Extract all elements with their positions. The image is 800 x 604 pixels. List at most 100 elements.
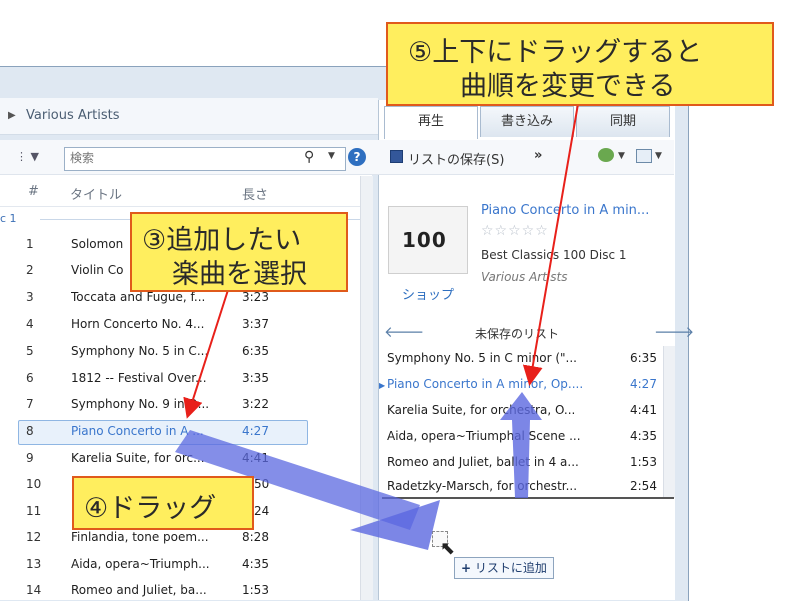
playlist-item-length: 4:41	[630, 403, 657, 417]
step4-callout: ④ドラッグ	[72, 476, 254, 530]
arrow-right-icon[interactable]: 🡒	[654, 322, 694, 341]
track-length: 6:35	[242, 344, 269, 358]
save-icon[interactable]	[390, 150, 403, 163]
track-length: 8:28	[242, 530, 269, 544]
track-number: 3	[26, 290, 34, 304]
tab-play[interactable]: 再生	[384, 106, 478, 139]
table-row[interactable]: 6 1812 -- Festival Over... 3:35	[0, 366, 372, 392]
playlist-item-title: Symphony No. 5 in C minor ("...	[387, 351, 577, 365]
track-number: 5	[26, 344, 34, 358]
now-playing-album: Best Classics 100 Disc 1	[481, 248, 627, 262]
track-number: 1	[26, 237, 34, 251]
track-length: 4:27	[242, 424, 269, 438]
search-input[interactable]	[68, 150, 302, 166]
playlist-item[interactable]: Aida, opera~Triumphal Scene ... 4:35	[380, 424, 676, 450]
track-number: 13	[26, 557, 42, 571]
playlist-item-length: 1:53	[630, 455, 657, 469]
playlist-item[interactable]: Karelia Suite, for orchestra, O... 4:41	[380, 398, 676, 424]
step4-label: ④ドラッグ	[84, 493, 217, 524]
now-playing-title[interactable]: Piano Concerto in A min...	[481, 203, 649, 218]
playlist-item-length: 4:35	[630, 429, 657, 443]
playlist-end-divider	[382, 497, 674, 499]
table-row[interactable]: 7 Symphony No. 9 in D... 3:22	[0, 392, 372, 418]
tab-sync[interactable]: 同期	[576, 106, 670, 137]
track-title: Symphony No. 5 in C...	[71, 344, 209, 358]
track-number: 8	[26, 424, 34, 438]
track-length: 4:35	[242, 557, 269, 571]
playlist-name: 未保存のリスト	[475, 327, 560, 341]
disc-group-label: c 1	[0, 212, 17, 225]
tab-burn[interactable]: 書き込み	[480, 106, 574, 137]
table-row[interactable]: 13 Aida, opera~Triumph... 4:35	[0, 552, 372, 578]
view-dropdown-icon[interactable]: ▼	[655, 151, 662, 161]
list-options-dropdown-icon[interactable]: ▼	[618, 151, 625, 161]
track-number: 11	[26, 504, 42, 518]
playlist-item-length: 4:27	[630, 377, 657, 391]
search-dropdown-icon[interactable]: ▼	[328, 151, 335, 161]
list-options-icon[interactable]	[598, 148, 614, 162]
track-length: 3:22	[242, 397, 269, 411]
search-icon[interactable]: ⚲	[304, 149, 314, 165]
track-title: Piano Concerto in A ...	[71, 424, 204, 438]
step3-line2: 楽曲を選択	[172, 259, 307, 290]
track-number: 9	[26, 451, 34, 465]
playlist-item-title: Piano Concerto in A minor, Op....	[387, 377, 584, 391]
track-length: 4:41	[242, 451, 269, 465]
track-title: Horn Concerto No. 4...	[71, 317, 205, 331]
track-number: 2	[26, 263, 34, 277]
playlist-item-current[interactable]: Piano Concerto in A minor, Op.... 4:27	[380, 372, 676, 398]
table-row[interactable]: 14 Romeo and Juliet, ba... 1:53	[0, 578, 372, 604]
playlist-item-title: Aida, opera~Triumphal Scene ...	[387, 429, 581, 443]
table-row[interactable]: 4 Horn Concerto No. 4... 3:37	[0, 312, 372, 338]
track-length: 50	[254, 477, 270, 491]
help-icon[interactable]: ?	[348, 148, 366, 166]
playlist-item[interactable]: Romeo and Juliet, ballet in 4 a... 1:53	[380, 450, 676, 476]
mouse-cursor-icon: ⬉	[440, 538, 456, 559]
track-length: 3:23	[242, 290, 269, 304]
step3-callout: ③追加したい 楽曲を選択	[130, 212, 348, 292]
playlist-scrollbar[interactable]	[663, 346, 675, 498]
view-options-dropdown-icon[interactable]: ⋮ ▼	[16, 150, 39, 163]
track-number: 4	[26, 317, 34, 331]
more-chevron-button[interactable]: »	[534, 148, 542, 163]
album-art-logo: 100	[402, 228, 447, 252]
track-title: Toccata and Fugue, f...	[71, 290, 206, 304]
track-length: 3:37	[242, 317, 269, 331]
track-title: 1812 -- Festival Over...	[71, 371, 207, 385]
table-row[interactable]: 9 Karelia Suite, for orc... 4:41	[0, 446, 372, 472]
playlist-item-length: 2:54	[630, 479, 657, 493]
track-length: 24	[254, 504, 270, 518]
plus-icon: +	[461, 561, 472, 575]
column-number[interactable]: #	[28, 184, 39, 199]
track-length: 3:35	[242, 371, 269, 385]
track-title: Karelia Suite, for orc...	[71, 451, 205, 465]
playlist-item-title: Romeo and Juliet, ballet in 4 a...	[387, 455, 579, 469]
track-number: 6	[26, 371, 34, 385]
playlist-item-title: Radetzky-Marsch, for orchestr...	[387, 479, 578, 493]
column-title[interactable]: タイトル	[70, 184, 122, 203]
step5-callout: ⑤上下にドラッグすると 曲順を変更できる	[386, 22, 774, 106]
track-title: Symphony No. 9 in D...	[71, 397, 210, 411]
add-to-list-tooltip: + リストに追加	[454, 557, 554, 579]
track-number: 7	[26, 397, 34, 411]
save-list-button[interactable]: リストの保存(S)	[408, 149, 504, 168]
playlist-item-length: 6:35	[630, 351, 657, 365]
library-scrollbar[interactable]	[360, 176, 373, 600]
track-title: Aida, opera~Triumph...	[71, 557, 210, 571]
track-number: 14	[26, 583, 42, 597]
arrow-left-icon[interactable]: 🡐	[384, 322, 424, 341]
track-title: Finlandia, tone poem...	[71, 530, 209, 544]
column-length[interactable]: 長さ	[242, 184, 268, 203]
track-length: 1:53	[242, 583, 269, 597]
view-icon[interactable]	[636, 149, 652, 163]
table-row-selected[interactable]: 8 Piano Concerto in A ... 4:27	[0, 419, 372, 445]
track-title: Romeo and Juliet, ba...	[71, 583, 207, 597]
shop-link[interactable]: ショップ	[402, 284, 454, 303]
breadcrumb-item[interactable]: Various Artists	[26, 108, 120, 123]
breadcrumb-chevron-icon: ▶	[8, 110, 16, 121]
rating-stars[interactable]: ☆☆☆☆☆	[481, 223, 549, 239]
playlist-item[interactable]: Symphony No. 5 in C minor ("... 6:35	[380, 346, 676, 372]
table-row[interactable]: 5 Symphony No. 5 in C... 6:35	[0, 339, 372, 365]
column-header-row	[0, 176, 372, 207]
now-playing-artist: Various Artists	[481, 270, 568, 284]
